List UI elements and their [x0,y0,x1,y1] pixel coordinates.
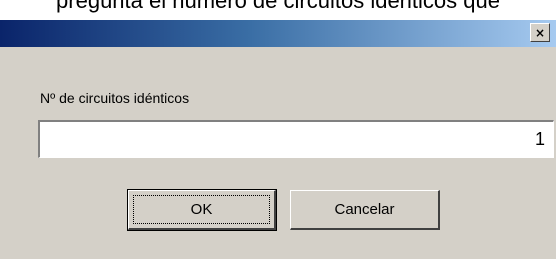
page: pregunta el número de circuitos idéntico… [0,0,556,259]
ok-button[interactable]: OK [127,189,277,231]
quantity-input[interactable]: 1 [38,120,554,158]
quantity-value: 1 [534,129,545,149]
cancel-button[interactable]: Cancelar [290,190,440,230]
close-icon: × [534,25,546,40]
cancel-button-label: Cancelar [334,201,395,218]
prompt-label: Nº de circuitos idénticos [40,90,190,106]
input-dialog: × Nº de circuitos idénticos 1 OK Cancela… [0,20,556,259]
close-button[interactable]: × [530,23,550,42]
dialog-titlebar[interactable]: × [0,20,556,47]
document-caption: pregunta el número de circuitos idéntico… [56,0,500,13]
ok-button-label: OK [190,201,213,218]
